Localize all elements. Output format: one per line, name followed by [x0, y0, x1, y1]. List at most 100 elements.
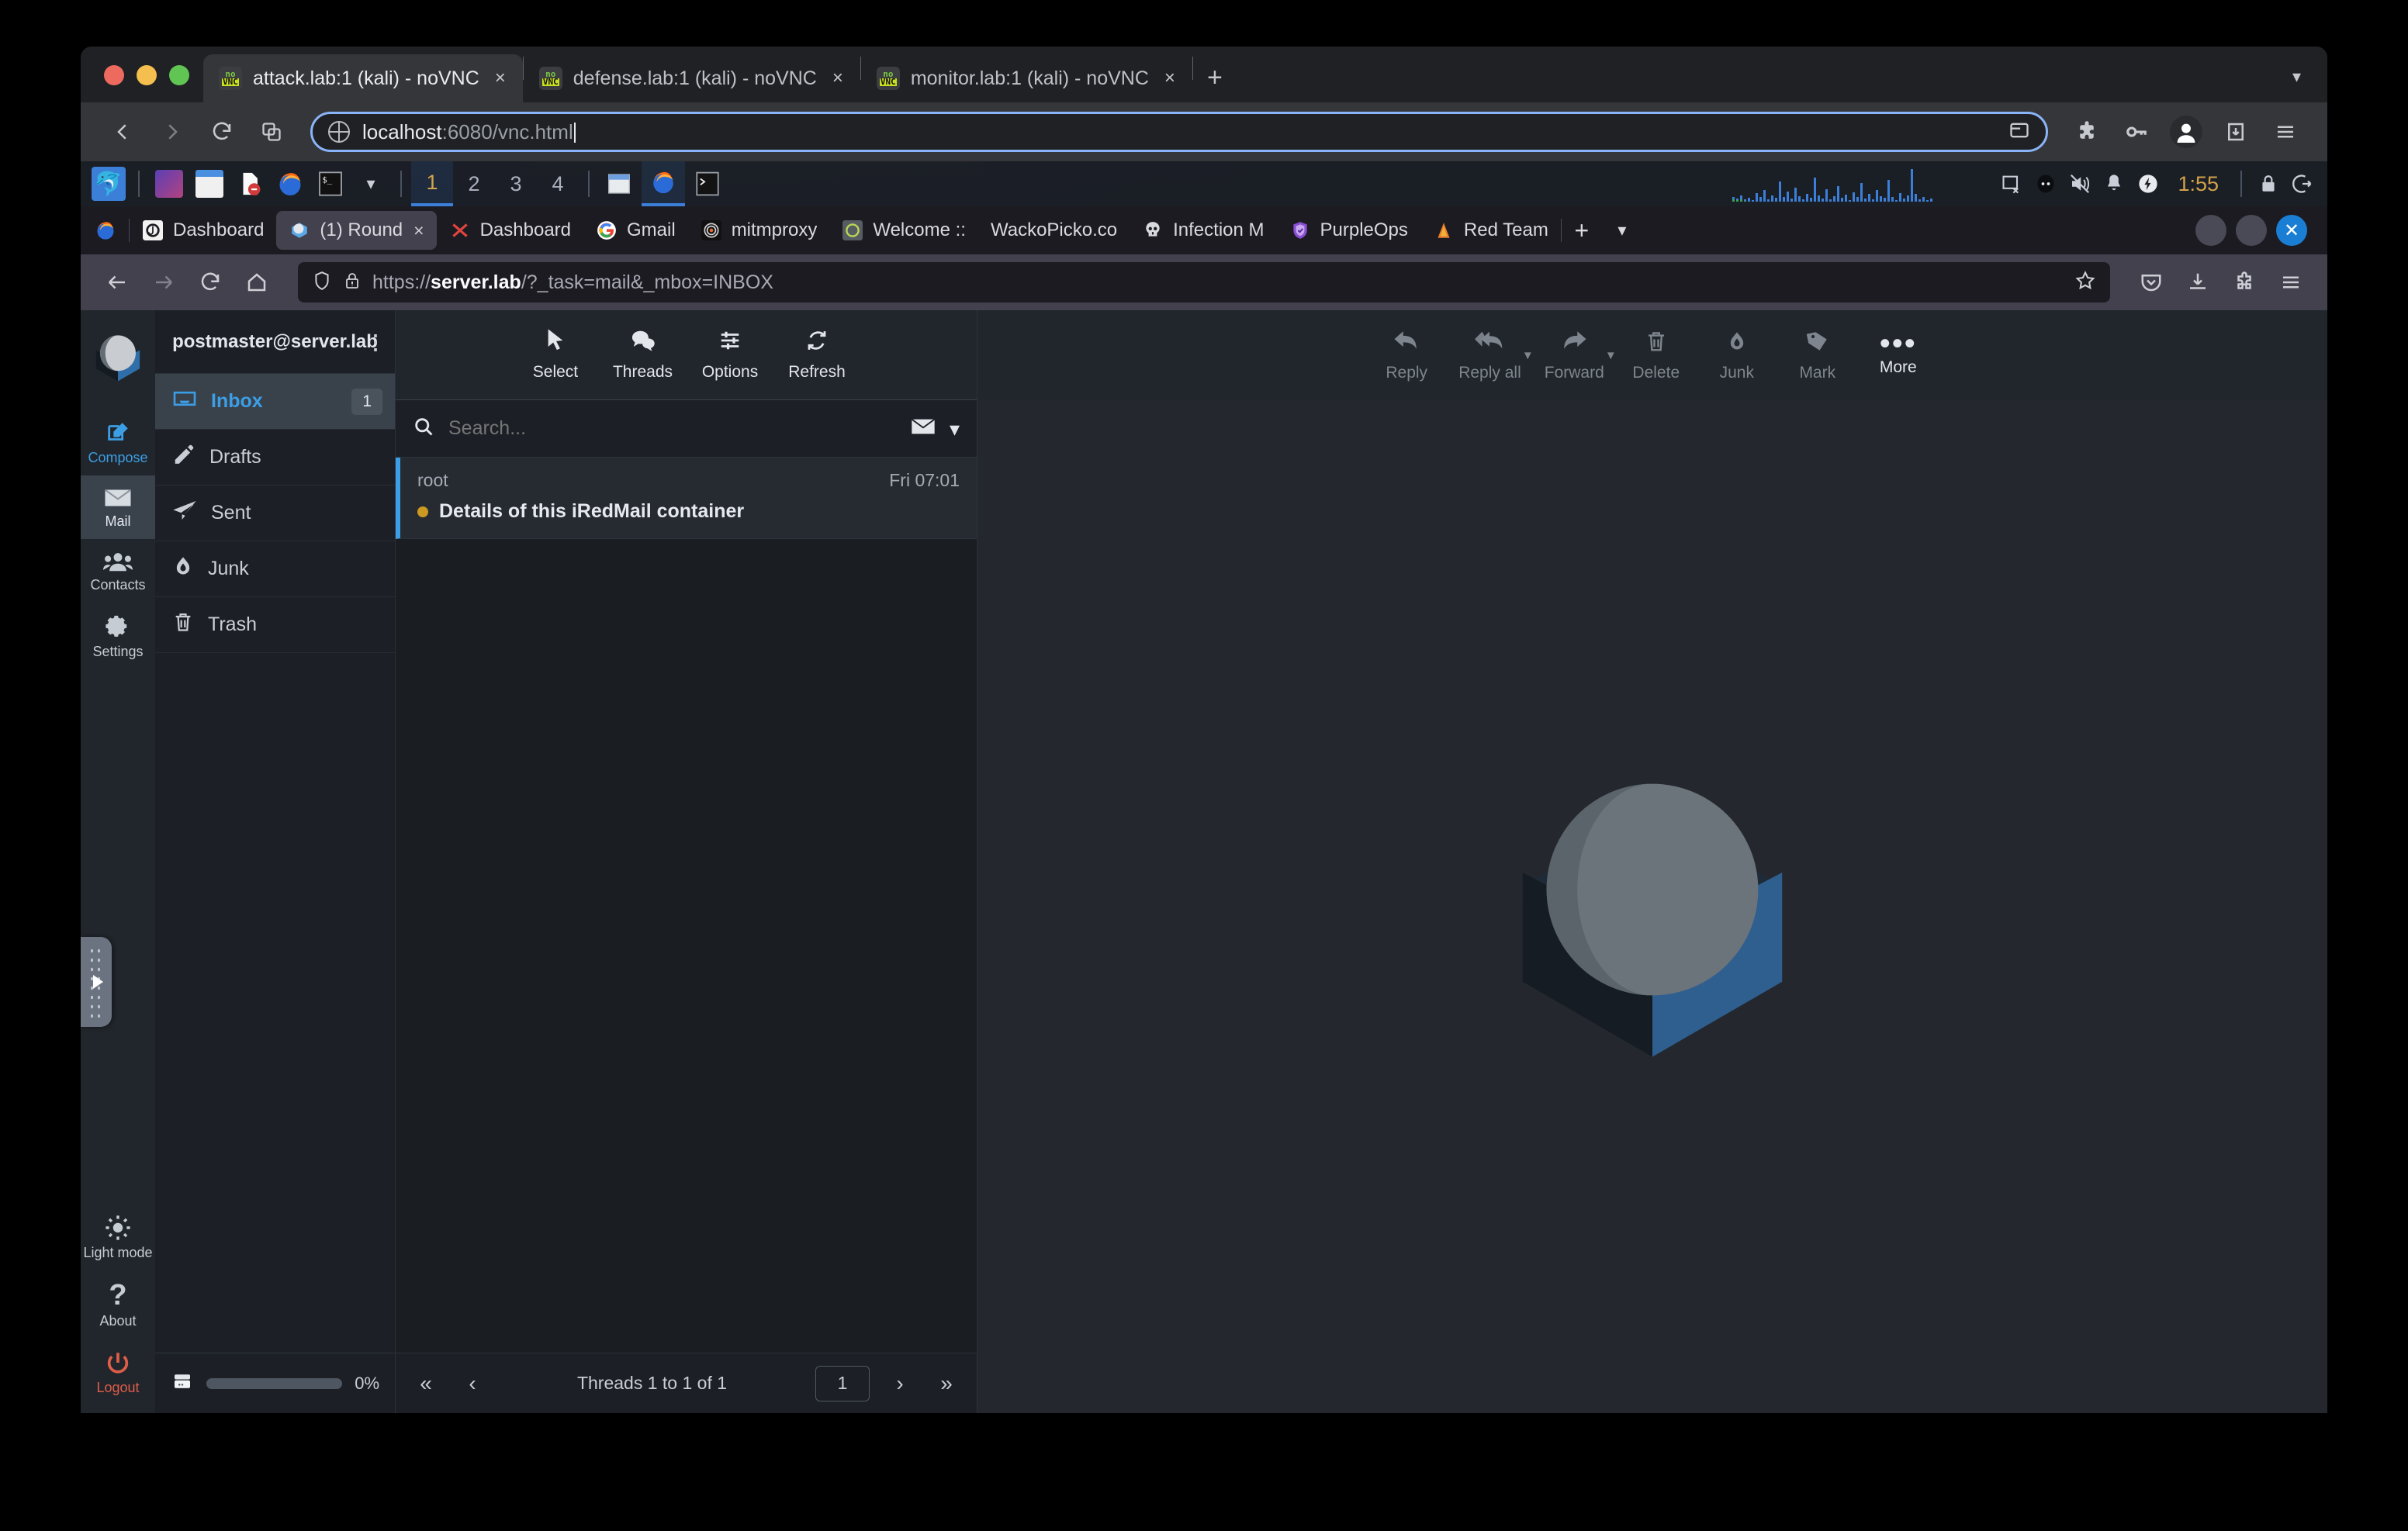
- mark-button[interactable]: Mark: [1789, 329, 1846, 382]
- more-button[interactable]: ••• More: [1870, 328, 1927, 377]
- junk-button[interactable]: Junk: [1708, 329, 1766, 382]
- folder-sent[interactable]: Sent: [155, 486, 395, 541]
- firefox-tab-roundcube[interactable]: (1) Round ×: [276, 211, 437, 250]
- firefox-tab-dashboard-x[interactable]: Dashboard: [437, 211, 583, 250]
- volume-muted-icon[interactable]: [2063, 167, 2097, 201]
- next-page-button[interactable]: ›: [884, 1371, 916, 1396]
- last-page-button[interactable]: »: [930, 1371, 963, 1396]
- chrome-tab-defense[interactable]: no VNC defense.lab:1 (kali) - noVNC ×: [524, 54, 860, 102]
- search-input[interactable]: [448, 417, 897, 440]
- kali-dragon-icon[interactable]: 🐬: [91, 166, 126, 202]
- user-face-icon[interactable]: [2029, 167, 2063, 201]
- window-icon[interactable]: [601, 166, 637, 202]
- firefox-window-icon[interactable]: [642, 161, 685, 206]
- home-icon[interactable]: [236, 261, 278, 303]
- firefox-tab-gmail[interactable]: Gmail: [583, 211, 688, 250]
- back-icon[interactable]: [101, 110, 144, 154]
- workspace-3[interactable]: 3: [495, 161, 537, 206]
- reload-icon[interactable]: [200, 110, 244, 154]
- firefox-menu-icon[interactable]: [2270, 261, 2312, 303]
- password-key-icon[interactable]: [2115, 110, 2158, 154]
- firefox-tab-close-icon[interactable]: ×: [413, 220, 424, 241]
- bookmark-star-icon[interactable]: [2074, 270, 2096, 295]
- list-all-tabs-icon[interactable]: ▾: [1602, 220, 1642, 240]
- workspace-4[interactable]: 4: [537, 161, 579, 206]
- firefox-address-bar[interactable]: https://server.lab/?_task=mail&_mbox=INB…: [298, 262, 2110, 302]
- select-button[interactable]: Select: [526, 328, 585, 382]
- workspace-1[interactable]: 1: [411, 161, 453, 206]
- pocket-icon[interactable]: [2130, 261, 2172, 303]
- task-contacts[interactable]: Contacts: [81, 539, 155, 603]
- firefox-tab-purpleops[interactable]: PurpleOps: [1277, 211, 1420, 250]
- logout-icon[interactable]: [2285, 167, 2320, 201]
- back-icon[interactable]: [96, 261, 138, 303]
- more-vertical-icon[interactable]: ⋮: [365, 332, 386, 352]
- cpu-graph-icon[interactable]: [1731, 166, 1987, 202]
- tracking-shield-icon[interactable]: [312, 270, 332, 295]
- download-icon[interactable]: [2214, 110, 2258, 154]
- share-icon[interactable]: [2008, 119, 2030, 145]
- logout-button[interactable]: Logout: [81, 1339, 155, 1413]
- chrome-menu-icon[interactable]: [2264, 110, 2307, 154]
- firefox-tab-mitmproxy[interactable]: mitmproxy: [688, 211, 830, 250]
- profile-avatar-icon[interactable]: [2164, 110, 2208, 154]
- firefox-new-tab-button[interactable]: +: [1562, 216, 1602, 245]
- reload-icon[interactable]: [189, 261, 231, 303]
- search-scope-envelope-icon[interactable]: [911, 416, 936, 441]
- firefox-tab-redteam[interactable]: Red Team: [1420, 211, 1561, 250]
- power-manager-icon[interactable]: [2131, 167, 2165, 201]
- folder-inbox[interactable]: Inbox 1: [155, 374, 395, 430]
- refresh-button[interactable]: Refresh: [787, 328, 846, 382]
- prev-page-button[interactable]: ‹: [456, 1371, 489, 1396]
- firefox-maximize-button[interactable]: [2236, 215, 2267, 246]
- show-applications-chevron[interactable]: ▾: [353, 166, 389, 202]
- lock-screen-icon[interactable]: [2251, 167, 2285, 201]
- chrome-tab-close-icon[interactable]: ×: [1160, 69, 1180, 88]
- reply-all-button[interactable]: Reply all ▼: [1458, 329, 1534, 382]
- vnc-canvas[interactable]: 🐬 $_ ▾ 1 2 3 4 1:55 Dashboard (1) Round …: [81, 161, 2327, 1413]
- chevron-down-icon[interactable]: ▼: [1605, 349, 1617, 362]
- novnc-drag-handle-icon[interactable]: [81, 937, 112, 1027]
- workspace-2[interactable]: 2: [453, 161, 495, 206]
- tab-search-icon[interactable]: [250, 110, 293, 154]
- search-options-chevron-down-icon[interactable]: ▾: [950, 419, 960, 439]
- chrome-tab-close-icon[interactable]: ×: [828, 69, 848, 88]
- firefox-tab-wackopicko[interactable]: WackoPicko.co: [978, 211, 1130, 250]
- firefox-tab-dashboard-jenkins[interactable]: Dashboard: [130, 211, 276, 250]
- delete-button[interactable]: Delete: [1628, 329, 1685, 382]
- extensions-icon[interactable]: [2223, 261, 2265, 303]
- maximize-window-button[interactable]: [169, 65, 189, 85]
- options-button[interactable]: Options: [701, 328, 759, 382]
- folder-trash[interactable]: Trash: [155, 597, 395, 653]
- text-editor-icon[interactable]: [232, 166, 268, 202]
- firefox-tab-welcome[interactable]: Welcome ::: [829, 211, 978, 250]
- about-button[interactable]: ? About: [81, 1270, 155, 1339]
- forward-icon[interactable]: [143, 261, 185, 303]
- terminal-window-icon[interactable]: [690, 166, 725, 202]
- firefox-tab-infection-monkey[interactable]: Infection M: [1130, 211, 1276, 250]
- extensions-icon[interactable]: [2065, 110, 2109, 154]
- notification-bell-icon[interactable]: [2097, 167, 2131, 201]
- chrome-tab-close-icon[interactable]: ×: [490, 69, 510, 88]
- file-manager-icon[interactable]: [192, 166, 227, 202]
- chrome-address-bar[interactable]: localhost:6080/vnc.html: [310, 112, 2048, 152]
- threads-button[interactable]: Threads: [613, 328, 673, 382]
- new-tab-button[interactable]: +: [1193, 56, 1237, 99]
- chrome-tab-monitor[interactable]: no VNC monitor.lab:1 (kali) - noVNC ×: [861, 54, 1192, 102]
- page-number-input[interactable]: [815, 1365, 870, 1401]
- firefox-minimize-button[interactable]: [2195, 215, 2226, 246]
- panel-clock[interactable]: 1:55: [2165, 172, 2231, 196]
- insecure-lock-icon[interactable]: [343, 270, 362, 295]
- search-bar[interactable]: ▾: [396, 400, 977, 458]
- task-mail[interactable]: Mail: [81, 475, 155, 539]
- message-list-row[interactable]: root Fri 07:01 Details of this iRedMail …: [396, 458, 977, 539]
- chevron-down-icon[interactable]: ▾: [2292, 67, 2301, 87]
- firefox-icon[interactable]: [272, 166, 308, 202]
- task-settings[interactable]: Settings: [81, 603, 155, 669]
- downloads-icon[interactable]: [2177, 261, 2219, 303]
- light-mode-toggle[interactable]: Light mode: [81, 1204, 155, 1270]
- terminal-emulator-icon[interactable]: [151, 166, 187, 202]
- first-page-button[interactable]: «: [410, 1371, 442, 1396]
- firefox-close-button[interactable]: ✕: [2276, 215, 2307, 246]
- minimize-window-button[interactable]: [137, 65, 157, 85]
